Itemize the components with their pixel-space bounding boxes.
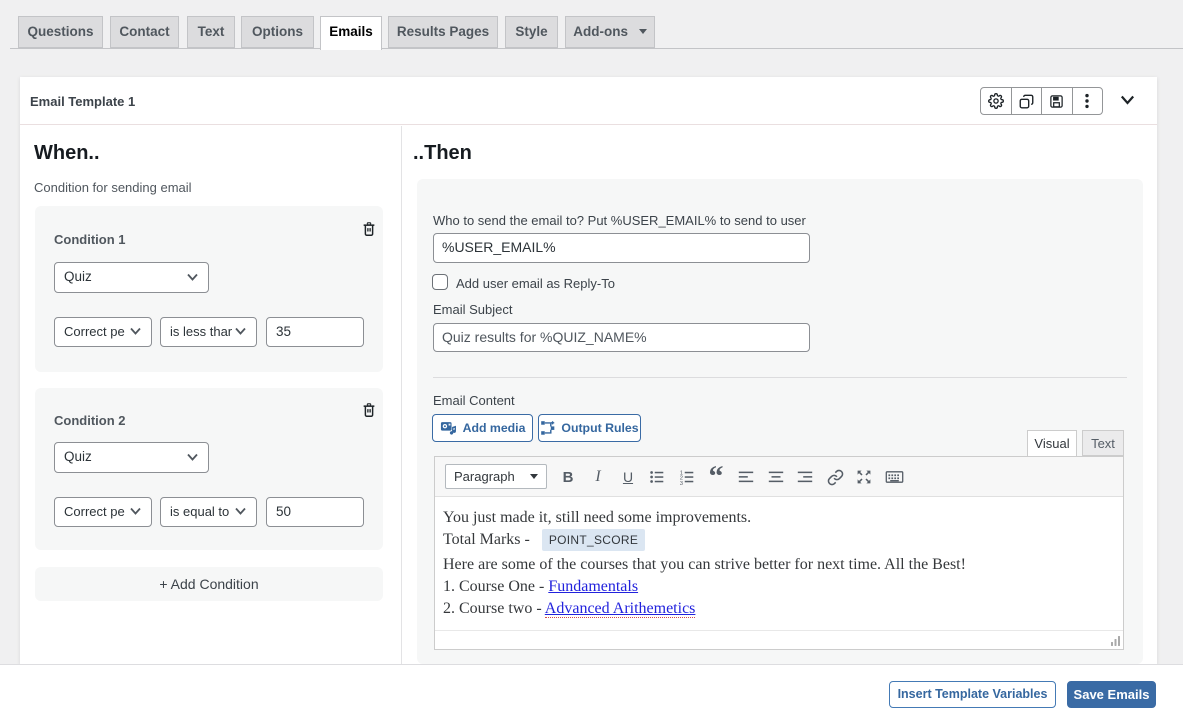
svg-text:3: 3 bbox=[680, 481, 683, 486]
